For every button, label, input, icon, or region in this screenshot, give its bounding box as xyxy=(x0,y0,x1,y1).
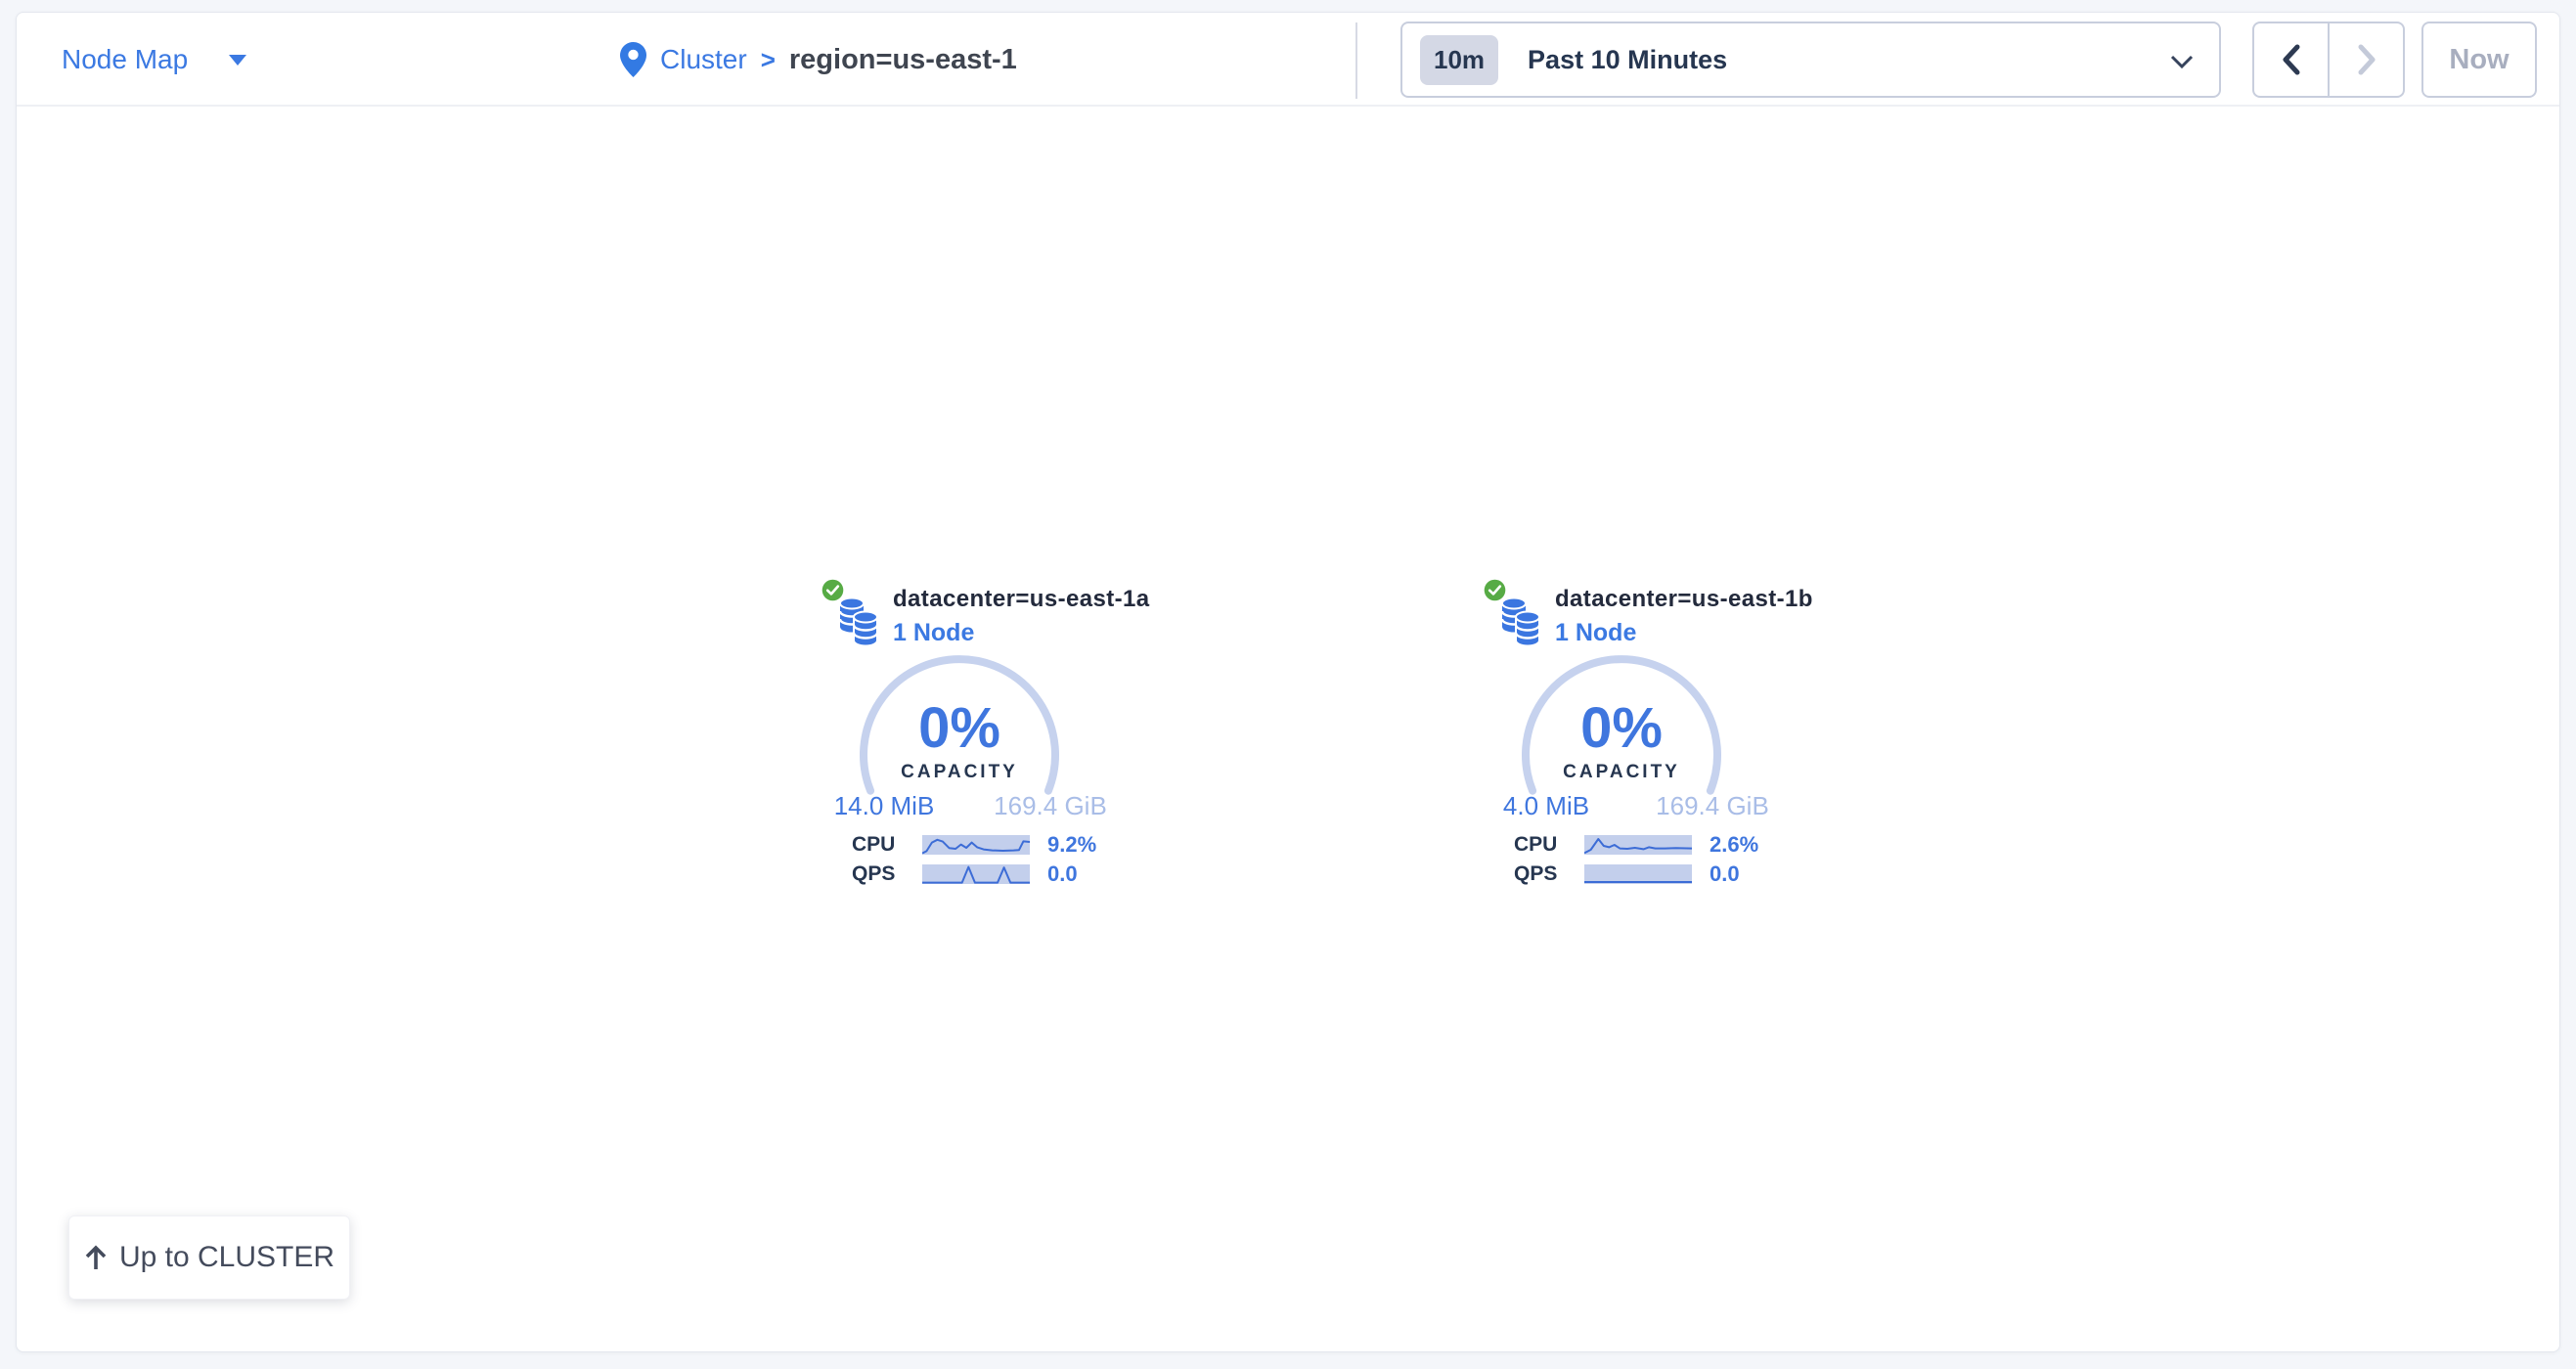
metric-value: 9.2% xyxy=(1047,834,1096,856)
time-step-buttons xyxy=(2252,22,2405,98)
capacity-percent: 0% xyxy=(1387,693,1856,764)
capacity-used: 4.0 MiB xyxy=(1468,791,1624,821)
metric-row-qps: QPS 0.0 xyxy=(725,863,1194,885)
breadcrumb: Cluster > region=us-east-1 xyxy=(620,13,1017,107)
metric-label: QPS xyxy=(1514,863,1557,885)
metric-row-cpu: CPU 9.2% xyxy=(725,834,1194,856)
cpu-sparkline xyxy=(922,835,1030,855)
header-divider xyxy=(1355,22,1357,99)
locality-nodes-icon xyxy=(838,596,881,646)
locality-nodes-icon xyxy=(1500,596,1543,646)
metric-value: 0.0 xyxy=(1710,863,1740,885)
arrow-up-icon xyxy=(84,1244,108,1271)
locality-card-us-east-1a[interactable]: datacenter=us-east-1a 1 Node 0% CAPACITY… xyxy=(725,554,1194,906)
caret-down-icon xyxy=(229,55,246,66)
location-pin-icon xyxy=(620,42,646,77)
chevron-left-icon xyxy=(2279,43,2304,76)
chevron-right-icon xyxy=(2354,43,2379,76)
chevron-down-icon xyxy=(2170,55,2194,69)
metric-value: 0.0 xyxy=(1047,863,1078,885)
time-step-back-button[interactable] xyxy=(2254,23,2330,96)
locality-node-count: 1 Node xyxy=(893,619,974,647)
metric-label: CPU xyxy=(852,834,895,856)
metric-value: 2.6% xyxy=(1710,834,1758,856)
node-map-panel: Node Map Cluster > region=us-east-1 10m … xyxy=(16,12,2560,1352)
locality-name: datacenter=us-east-1a xyxy=(893,586,1150,613)
breadcrumb-separator: > xyxy=(761,45,776,75)
metric-row-cpu: CPU 2.6% xyxy=(1387,834,1856,856)
time-step-forward-button[interactable] xyxy=(2330,23,2403,96)
capacity-percent: 0% xyxy=(725,693,1194,764)
up-to-cluster-button[interactable]: Up to CLUSTER xyxy=(68,1215,350,1300)
time-range-dropdown[interactable]: 10m Past 10 Minutes xyxy=(1400,22,2221,98)
up-to-cluster-label: Up to CLUSTER xyxy=(119,1241,334,1274)
breadcrumb-current-locality: region=us-east-1 xyxy=(789,44,1017,76)
now-button[interactable]: Now xyxy=(2421,22,2537,98)
qps-sparkline xyxy=(922,864,1030,884)
metric-label: QPS xyxy=(852,863,895,885)
capacity-used: 14.0 MiB xyxy=(806,791,962,821)
capacity-caption: CAPACITY xyxy=(1387,762,1856,783)
capacity-caption: CAPACITY xyxy=(725,762,1194,783)
header-bar: Node Map Cluster > region=us-east-1 10m … xyxy=(17,13,2559,107)
locality-card-us-east-1b[interactable]: datacenter=us-east-1b 1 Node 0% CAPACITY… xyxy=(1387,554,1856,906)
capacity-available: 169.4 GiB xyxy=(1634,791,1791,821)
metric-row-qps: QPS 0.0 xyxy=(1387,863,1856,885)
qps-sparkline xyxy=(1584,864,1692,884)
breadcrumb-link-cluster[interactable]: Cluster xyxy=(660,44,747,75)
locality-node-count: 1 Node xyxy=(1555,619,1636,647)
view-selector-label: Node Map xyxy=(62,44,188,75)
cpu-sparkline xyxy=(1584,835,1692,855)
metric-label: CPU xyxy=(1514,834,1557,856)
time-range-label: Past 10 Minutes xyxy=(1528,45,1727,75)
capacity-available: 169.4 GiB xyxy=(972,791,1129,821)
view-selector-dropdown[interactable]: Node Map xyxy=(62,13,246,107)
time-range-badge: 10m xyxy=(1420,35,1498,85)
locality-name: datacenter=us-east-1b xyxy=(1555,586,1813,613)
